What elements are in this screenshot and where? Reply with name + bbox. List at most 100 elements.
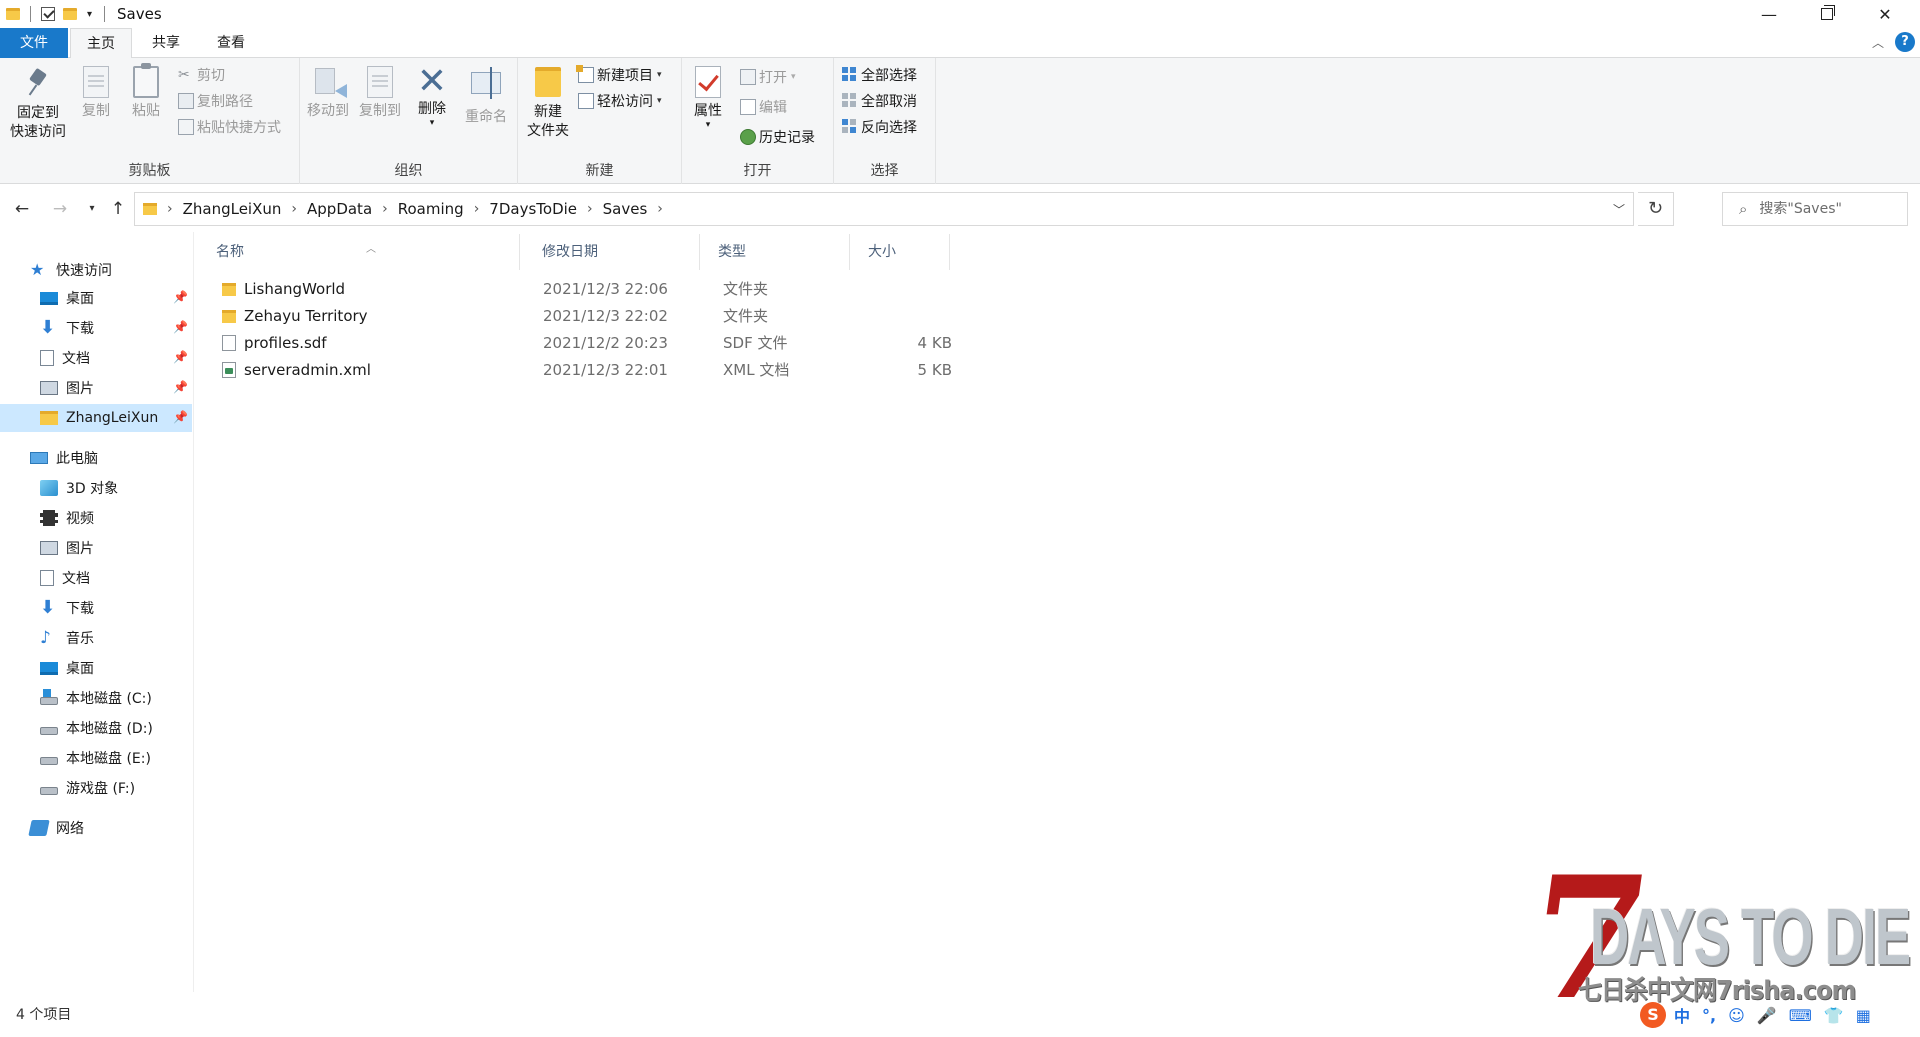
breadcrumb-separator[interactable]: ›: [167, 201, 173, 217]
recent-locations-button[interactable]: ▾: [80, 196, 104, 222]
pin-icon[interactable]: 📌: [173, 350, 188, 364]
tab-file[interactable]: 文件: [0, 28, 68, 58]
microphone-icon[interactable]: 🎤: [1757, 1006, 1777, 1025]
back-button[interactable]: ←: [10, 196, 34, 222]
nav-pc-videos[interactable]: 视频: [0, 504, 192, 532]
easy-access-button[interactable]: 轻松访问 ▾: [578, 90, 662, 112]
nav-quick-desktop[interactable]: 桌面 📌: [0, 284, 192, 312]
breadcrumb-item[interactable]: Roaming: [398, 200, 464, 218]
refresh-button[interactable]: ↻: [1638, 192, 1674, 226]
ime-mode-toggle[interactable]: 中: [1674, 1003, 1690, 1027]
address-bar[interactable]: › ZhangLeiXun › AppData › Roaming › 7Day…: [134, 192, 1634, 226]
ime-punctuation-toggle[interactable]: °,: [1702, 1006, 1716, 1025]
nav-network[interactable]: 网络: [0, 814, 192, 842]
column-header-date[interactable]: 修改日期: [520, 234, 700, 270]
move-to-button[interactable]: 移动到: [304, 64, 352, 121]
skin-icon[interactable]: 👕: [1824, 1006, 1844, 1025]
file-row[interactable]: serveradmin.xml 2021/12/3 22:01 XML 文档 5…: [196, 357, 956, 384]
file-row[interactable]: Zehayu Territory 2021/12/3 22:02 文件夹: [196, 303, 956, 330]
delete-button[interactable]: ✕ 删除 ▾: [412, 64, 452, 128]
breadcrumb-separator[interactable]: ›: [291, 201, 297, 217]
nav-pc-desktop[interactable]: 桌面: [0, 654, 192, 682]
column-header-type[interactable]: 类型: [700, 234, 850, 270]
nav-pc-downloads[interactable]: ⬇ 下载: [0, 594, 192, 622]
up-button[interactable]: ↑: [106, 196, 130, 222]
navigation-pane: ★ 快速访问 桌面 📌 ⬇ 下载 📌 文档 📌 图片 📌 ZhangLeiXun…: [0, 232, 194, 992]
nav-this-pc[interactable]: 此电脑: [0, 444, 192, 472]
keyboard-icon[interactable]: ⌨: [1789, 1006, 1812, 1025]
breadcrumb-item[interactable]: Saves: [603, 200, 648, 218]
properties-check-icon[interactable]: [41, 7, 55, 21]
delete-dropdown-icon[interactable]: ▾: [412, 119, 452, 128]
breadcrumb-item[interactable]: 7DaysToDie: [489, 200, 577, 218]
tab-view[interactable]: 查看: [200, 28, 262, 58]
pin-quick-access-button[interactable]: 固定到 快速访问: [6, 64, 70, 142]
select-all-button[interactable]: 全部选择: [842, 64, 917, 86]
paste-shortcut-button[interactable]: 粘贴快捷方式: [178, 116, 281, 138]
nav-quick-access[interactable]: ★ 快速访问: [0, 256, 192, 284]
history-button[interactable]: 历史记录: [740, 126, 815, 148]
customize-toolbar-dropdown[interactable]: ▾: [87, 9, 92, 20]
properties-dropdown-icon[interactable]: ▾: [688, 121, 728, 130]
toolbox-icon[interactable]: ▦: [1856, 1006, 1871, 1025]
breadcrumb-item[interactable]: ZhangLeiXun: [183, 200, 282, 218]
file-name: profiles.sdf: [244, 334, 327, 352]
pin-icon[interactable]: 📌: [173, 320, 188, 334]
pin-icon[interactable]: 📌: [173, 290, 188, 304]
invert-selection-button[interactable]: 反向选择: [842, 116, 917, 138]
copy-button[interactable]: 复制: [74, 64, 118, 121]
breadcrumb-separator[interactable]: ›: [382, 201, 388, 217]
nav-quick-downloads[interactable]: ⬇ 下载 📌: [0, 314, 192, 342]
new-folder-button[interactable]: 新建 文件夹: [524, 64, 572, 141]
rename-button[interactable]: 重命名: [460, 64, 512, 127]
edit-button[interactable]: 编辑: [740, 96, 787, 118]
properties-button[interactable]: 属性 ▾: [688, 64, 728, 130]
help-icon[interactable]: ?: [1895, 32, 1915, 52]
chevron-down-icon: ▾: [791, 72, 796, 82]
copy-path-button[interactable]: 复制路径: [178, 90, 253, 112]
new-item-button[interactable]: 新建项目 ▾: [576, 64, 662, 86]
open-button[interactable]: 打开 ▾: [740, 66, 796, 88]
pin-icon[interactable]: 📌: [173, 410, 188, 424]
nav-pc-drive-f[interactable]: 游戏盘 (F:): [0, 774, 192, 802]
breadcrumb-separator[interactable]: ›: [657, 201, 663, 217]
nav-quick-documents[interactable]: 文档 📌: [0, 344, 192, 372]
nav-pc-documents[interactable]: 文档: [0, 564, 192, 592]
forward-button[interactable]: →: [48, 196, 72, 222]
cut-button[interactable]: ✂ 剪切: [178, 64, 225, 86]
select-none-button[interactable]: 全部取消: [842, 90, 917, 112]
nav-pc-drive-c[interactable]: 本地磁盘 (C:): [0, 684, 192, 712]
minimize-button[interactable]: —: [1740, 0, 1798, 28]
column-header-size[interactable]: 大小: [850, 234, 950, 270]
tab-share[interactable]: 共享: [135, 28, 197, 58]
nav-quick-pictures[interactable]: 图片 📌: [0, 374, 192, 402]
pin-icon[interactable]: 📌: [173, 380, 188, 394]
search-box[interactable]: ⌕: [1722, 192, 1908, 226]
nav-pc-drive-d[interactable]: 本地磁盘 (D:): [0, 714, 192, 742]
nav-pc-music[interactable]: ♪ 音乐: [0, 624, 192, 652]
file-row[interactable]: LishangWorld 2021/12/3 22:06 文件夹: [196, 276, 956, 303]
nav-quick-user-folder[interactable]: ZhangLeiXun 📌: [0, 404, 192, 432]
ime-logo-icon[interactable]: S: [1640, 1002, 1666, 1028]
nav-pc-drive-e[interactable]: 本地磁盘 (E:): [0, 744, 192, 772]
tab-home[interactable]: 主页: [70, 28, 132, 59]
breadcrumb-separator[interactable]: ›: [587, 201, 593, 217]
search-input[interactable]: [1759, 201, 1890, 217]
select-none-label: 全部取消: [861, 94, 917, 110]
clipboard-group-label: 剪贴板: [128, 163, 171, 179]
file-row[interactable]: profiles.sdf 2021/12/2 20:23 SDF 文件 4 KB: [196, 330, 956, 357]
breadcrumb-item[interactable]: AppData: [307, 200, 372, 218]
restore-button[interactable]: [1798, 0, 1856, 28]
paste-button[interactable]: 粘贴: [124, 63, 168, 121]
copy-to-button[interactable]: 复制到: [356, 64, 404, 121]
emoji-icon[interactable]: ☺: [1728, 1006, 1745, 1025]
star-icon: ★: [30, 260, 45, 279]
nav-pc-3d-objects[interactable]: 3D 对象: [0, 474, 192, 502]
nav-pc-pictures[interactable]: 图片: [0, 534, 192, 562]
column-header-name[interactable]: ︿ 名称: [196, 234, 520, 270]
address-dropdown-icon[interactable]: ﹀: [1613, 201, 1625, 218]
breadcrumb-separator[interactable]: ›: [474, 201, 480, 217]
collapse-ribbon-icon[interactable]: ︿: [1872, 34, 1884, 51]
close-button[interactable]: ✕: [1856, 0, 1914, 28]
new-folder-icon[interactable]: [63, 8, 77, 20]
